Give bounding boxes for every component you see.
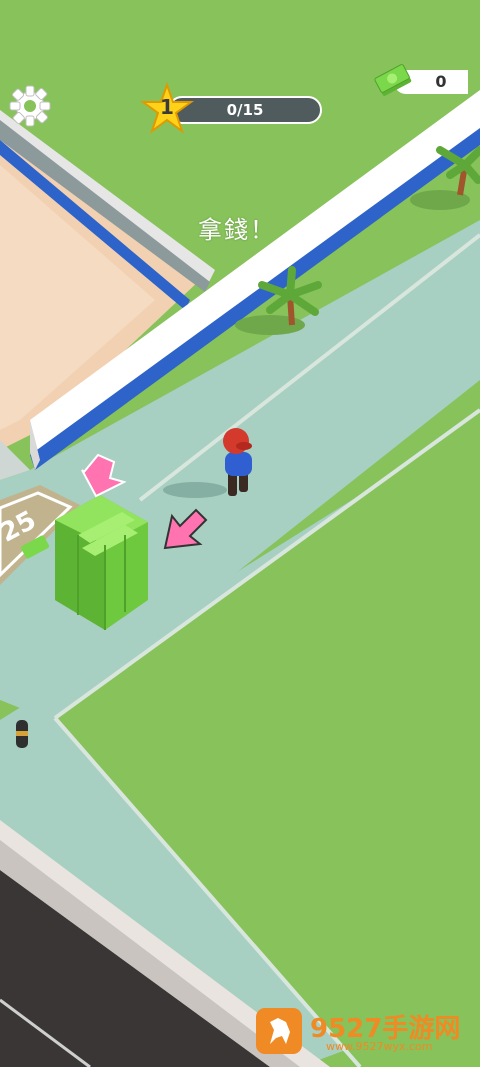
watermark: 9527手游网 www.9527wyx.com xyxy=(256,1008,470,1056)
money-counter: 0 xyxy=(374,64,474,100)
horse-logo-icon xyxy=(256,1008,302,1054)
game-scene xyxy=(0,0,480,1067)
gear-icon[interactable] xyxy=(6,82,54,130)
hint-text: 拿錢！ xyxy=(198,216,276,244)
level-progress: 0/15 1 xyxy=(140,82,326,134)
money-value: 0 xyxy=(435,72,447,91)
watermark-url: www.9527wyx.com xyxy=(326,1040,433,1053)
level-number: 1 xyxy=(160,95,174,119)
bollard xyxy=(16,720,28,748)
cash-icon xyxy=(374,64,412,96)
